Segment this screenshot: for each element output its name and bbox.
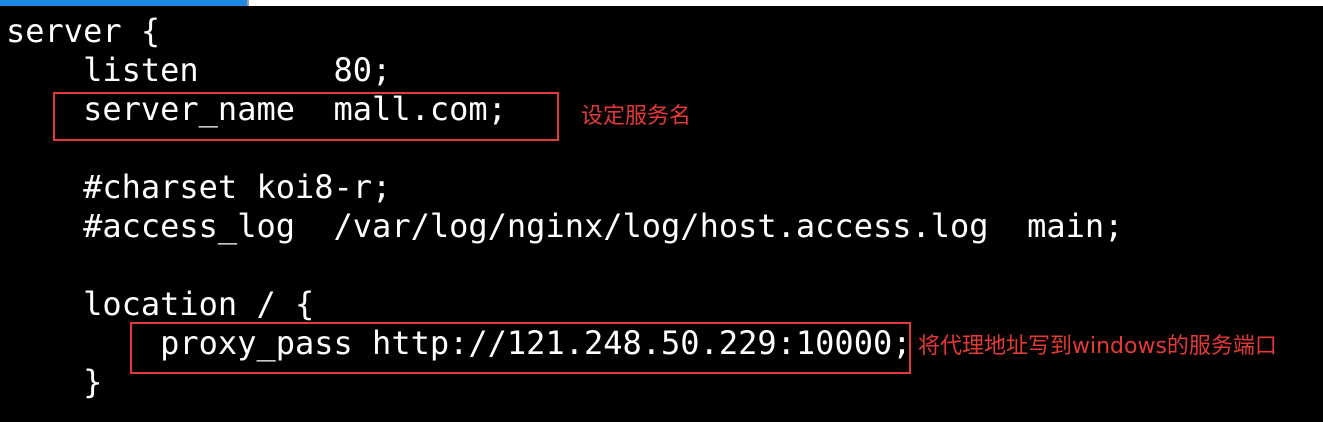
code-line-access-log: #access_log /var/log/nginx/log/host.acce… [6,207,1124,245]
proxy-pass-annotation: 将代理地址写到windows的服务端口 [918,334,1277,359]
code-line-location-close: } [6,363,103,401]
active-tab-indicator[interactable] [0,0,247,6]
code-line-server-name: server_name mall.com; [6,90,507,128]
code-line-charset: #charset koi8-r; [6,168,392,206]
code-line-server-open: server { [6,12,161,50]
code-line-location: location / { [6,285,315,323]
terminal-screen: server { listen 80; server_name mall.com… [0,0,1323,422]
server-name-annotation: 设定服务名 [581,104,692,129]
tab-bar [0,0,1323,6]
tab-divider [247,0,249,6]
code-line-listen: listen 80; [6,51,392,89]
